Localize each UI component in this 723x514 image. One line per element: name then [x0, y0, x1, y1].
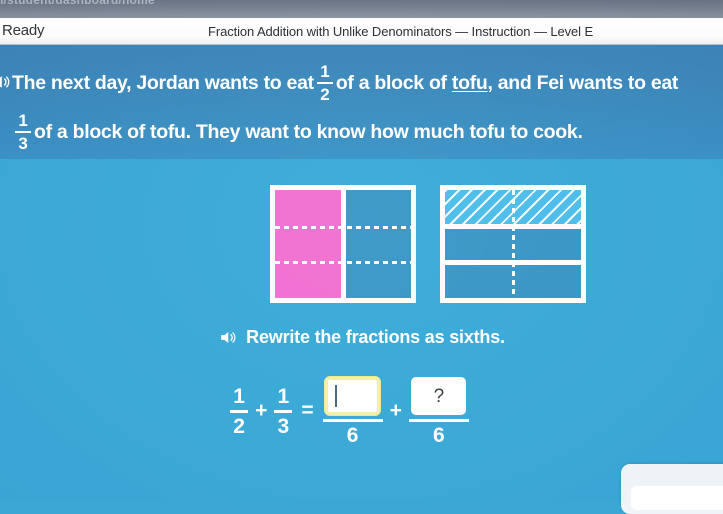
- glossary-link-tofu[interactable]: tofu: [452, 72, 488, 94]
- address-bar-url[interactable]: n/student/dashboard/home: [0, 0, 155, 7]
- fraction-denominator: 6: [346, 423, 359, 447]
- lesson-body: Rewrite the fractions as sixths. 1 2 + 1…: [0, 159, 723, 514]
- answer-input-1[interactable]: [325, 377, 381, 415]
- question-text: The next day, Jordan wants to eat 1 2 of a …: [12, 59, 723, 157]
- fraction-models-row: [0, 185, 723, 305]
- inline-fraction-one-half: 12: [316, 61, 333, 104]
- answer-fraction-1: 6: [322, 377, 383, 447]
- equation-fraction-one-half: 1 2: [230, 385, 249, 438]
- next-button-face: [631, 486, 723, 510]
- one-half-model: [270, 185, 416, 303]
- question-line1-part1: The next day, Jordan wants to eat: [12, 72, 314, 94]
- model-vertical-divider: [341, 190, 346, 298]
- app-header-bar: Ready Fraction Addition with Unlike Deno…: [0, 18, 723, 45]
- equation-row: 1 2 + 1 3 = 6 + ? 6: [0, 377, 723, 446]
- fraction-denominator: 3: [277, 414, 290, 438]
- prompt-text: Rewrite the fractions as sixths.: [246, 327, 505, 347]
- model-vertical-dashed-line: [512, 190, 515, 298]
- speaker-icon[interactable]: [0, 72, 11, 92]
- browser-chrome-strip: n/student/dashboard/home: [0, 0, 723, 18]
- model-shaded-half: [275, 190, 343, 298]
- text-caret: [335, 385, 338, 407]
- lesson-title: Fraction Addition with Unlike Denominato…: [208, 24, 594, 39]
- inline-fraction-one-third: 13: [15, 112, 31, 152]
- fraction-denominator: 2: [233, 414, 245, 438]
- fraction-numerator: 1: [277, 385, 290, 408]
- answer-input-2[interactable]: ?: [411, 377, 467, 415]
- status-label: Ready: [2, 22, 45, 39]
- question-line1-part2: of a block of: [335, 72, 447, 94]
- model-dashed-line-1: [275, 225, 411, 229]
- answer-input-2-value: ?: [433, 385, 445, 407]
- model-dashed-line-2: [275, 261, 411, 265]
- fraction-denominator: 3: [18, 133, 28, 153]
- one-third-model: [440, 185, 586, 303]
- next-button[interactable]: [621, 464, 723, 514]
- question-line2-text: of a block of tofu. They want to know ho…: [34, 121, 583, 143]
- prompt-row: Rewrite the fractions as sixths.: [0, 327, 723, 348]
- fraction-bar: [322, 419, 383, 422]
- fraction-denominator: 2: [320, 84, 330, 104]
- question-band: The next day, Jordan wants to eat 1 2 of a …: [0, 45, 723, 159]
- fraction-bar: [274, 410, 293, 413]
- speaker-icon[interactable]: [218, 328, 237, 347]
- fraction-bar: [230, 410, 249, 413]
- fraction-bar: [316, 81, 333, 84]
- fraction-bar: [15, 130, 31, 133]
- plus-operator-2: +: [389, 399, 402, 423]
- answer-fraction-2: ? 6: [408, 377, 469, 447]
- equals-operator: =: [301, 399, 314, 423]
- question-line1-part3: , and Fei wants to eat: [487, 72, 679, 94]
- fraction-numerator: 1: [320, 61, 330, 81]
- equation-fraction-one-third: 1 3: [274, 385, 293, 438]
- fraction-bar: [408, 419, 469, 422]
- fraction-denominator: 6: [433, 423, 445, 447]
- fraction-numerator: 1: [18, 110, 28, 130]
- plus-operator: +: [255, 399, 268, 423]
- fraction-numerator: 1: [233, 385, 245, 408]
